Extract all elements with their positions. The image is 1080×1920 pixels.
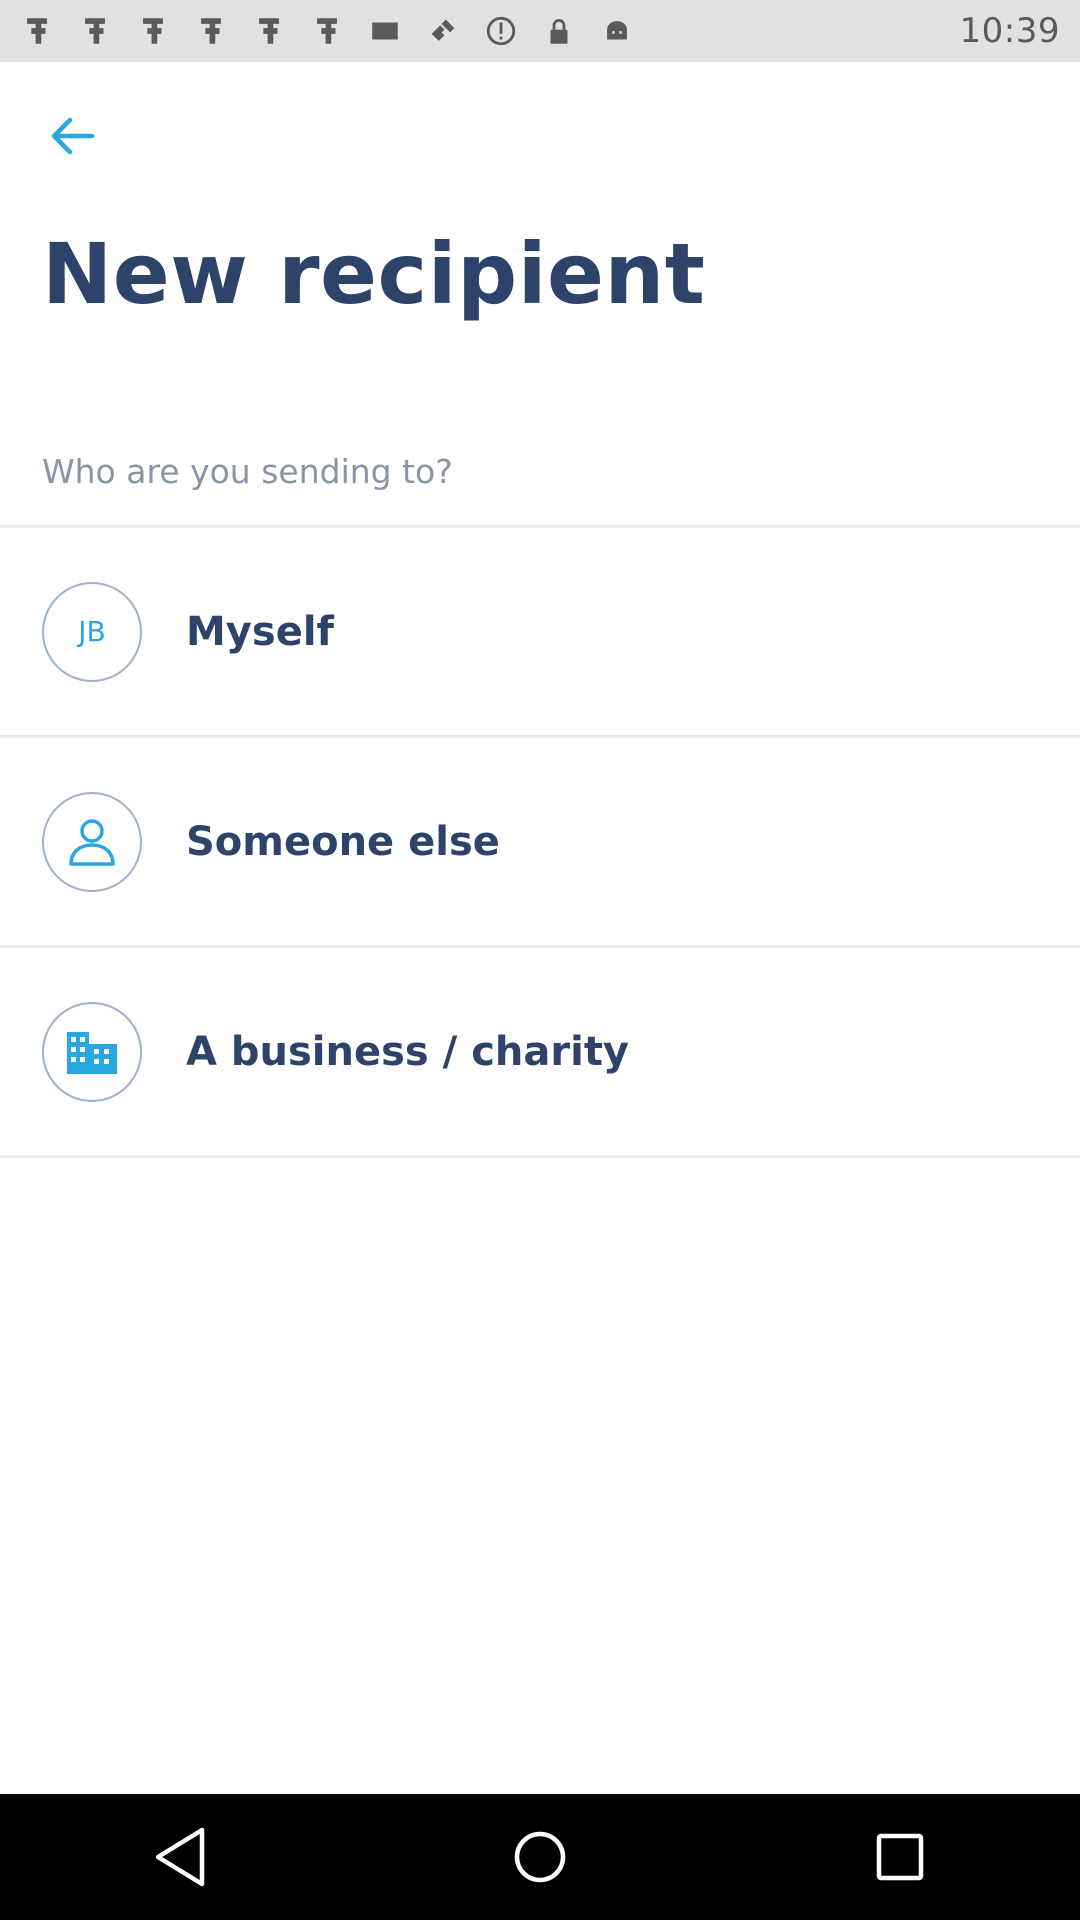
option-business-charity[interactable]: A business / charity [0,948,1080,1155]
nav-back-button[interactable] [135,1812,225,1902]
avatar-initials: JB [78,615,106,648]
nav-recents-button[interactable] [855,1812,945,1902]
notification-icon [143,18,163,44]
fake-gps-icon [431,19,455,41]
recents-nav-icon [876,1833,924,1881]
prompt-text: Who are you sending to? [42,452,453,491]
divider [0,1155,1080,1158]
avatar [42,1001,142,1102]
notification-icon [317,18,337,44]
status-notifications [20,14,634,48]
nav-home-button[interactable] [495,1812,585,1902]
avatar: JB [42,581,142,682]
navigation-bar [0,1794,1080,1920]
recipient-options: JB Myself Someone else A business / char… [0,525,1080,1158]
notification-icon [201,18,221,44]
option-myself[interactable]: JB Myself [0,528,1080,735]
back-nav-icon [155,1827,205,1887]
status-time: 10:39 [959,11,1060,51]
lock-icon [550,19,568,44]
status-bar: 10:39 [0,0,1080,62]
option-label: A business / charity [186,1028,630,1075]
page-title: New recipient [42,225,706,323]
building-icon [67,1031,117,1074]
option-someone-else[interactable]: Someone else [0,738,1080,945]
notification-icon [259,18,279,44]
back-button[interactable] [40,108,104,164]
home-nav-icon [514,1831,566,1883]
avatar [42,791,142,892]
message-icon [372,22,398,40]
notification-icon [27,18,47,44]
option-label: Someone else [186,818,500,865]
android-icon [607,21,627,40]
alert-icon [486,16,516,46]
option-label: Myself [186,608,334,655]
person-icon [69,818,115,866]
notification-icon [85,18,105,44]
arrow-back-icon [51,117,95,155]
